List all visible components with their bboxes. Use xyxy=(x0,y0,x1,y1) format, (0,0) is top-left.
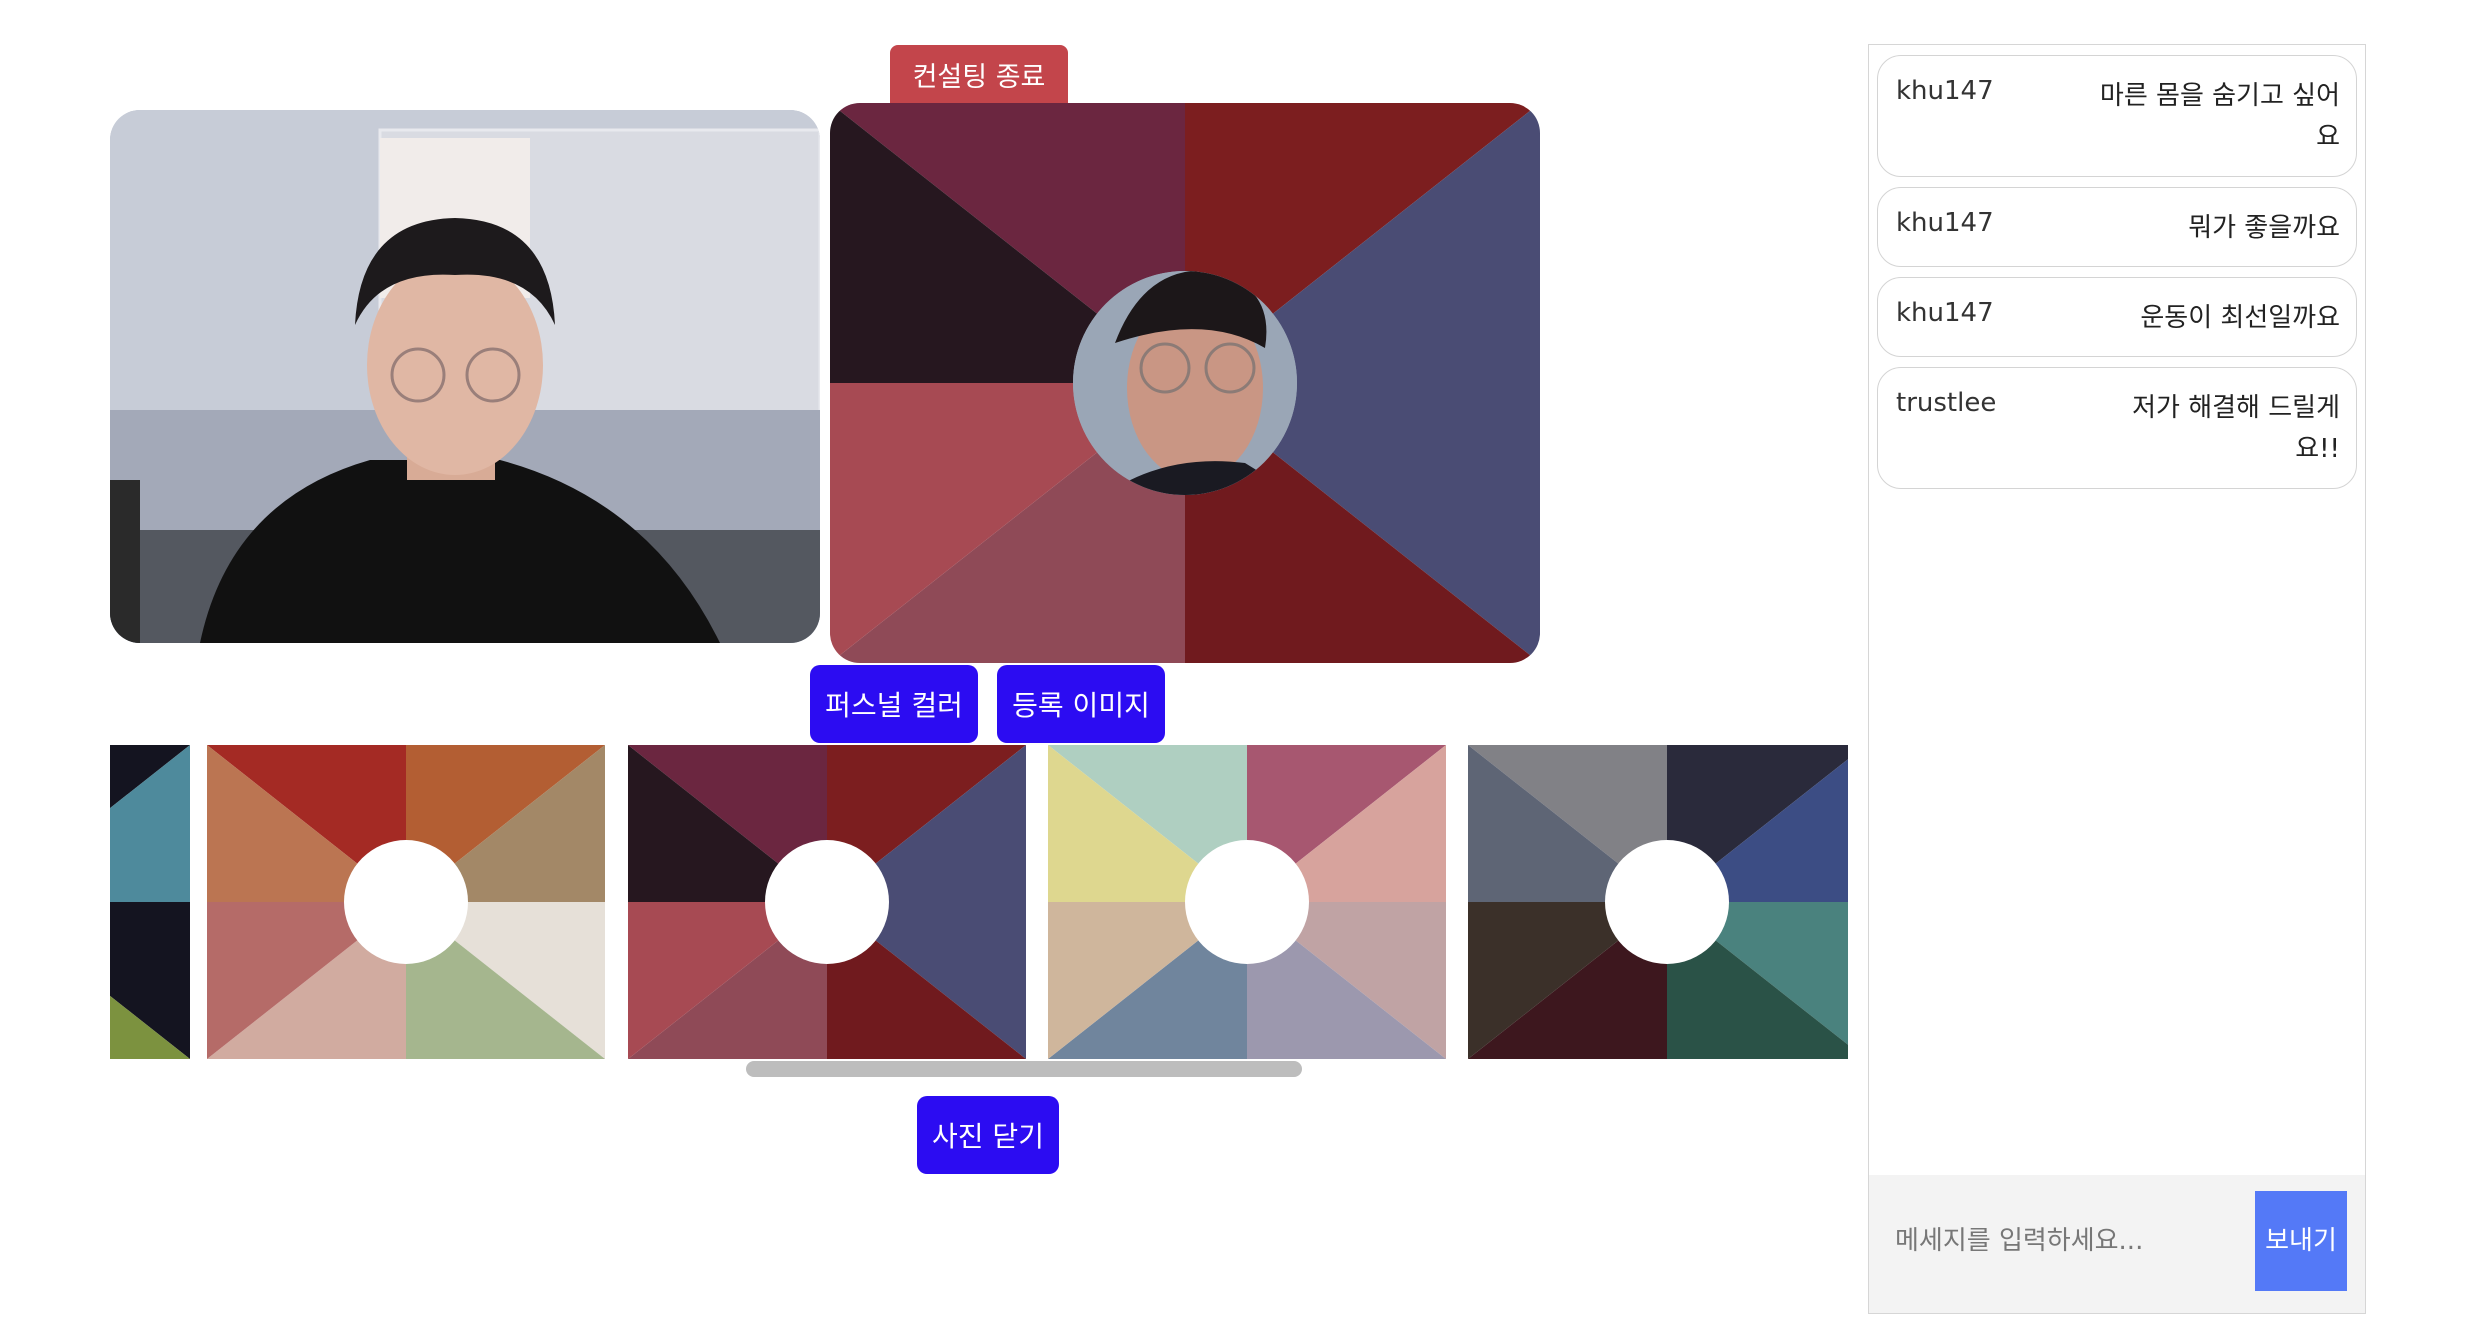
tab-registered-image[interactable]: 등록 이미지 xyxy=(997,665,1165,743)
chat-text: 뭐가 좋을까요 xyxy=(2188,213,2340,243)
palette-gallery[interactable] xyxy=(110,745,1848,1059)
chat-text: 저가 해결해 드릴게요!! xyxy=(2132,393,2340,464)
palette-image xyxy=(1048,745,1446,1059)
palette-center-circle xyxy=(765,840,889,964)
palette-card-cool[interactable] xyxy=(1468,745,1848,1059)
remote-palette-background xyxy=(830,103,1540,663)
palette-card-partial[interactable] xyxy=(110,745,190,1059)
chat-panel: khu147 마른 몸을 숨기고 싶어요 khu147 뭐가 좋을까요 khu1… xyxy=(1868,44,2366,1314)
chat-text: 운동이 최선일까요 xyxy=(2140,303,2340,333)
gallery-scrollbar[interactable] xyxy=(746,1061,1302,1077)
chat-message: trustlee 저가 해결해 드릴게요!! xyxy=(1877,367,2357,489)
local-video xyxy=(110,110,820,643)
palette-image xyxy=(1468,745,1848,1059)
send-button[interactable]: 보내기 xyxy=(2255,1191,2347,1291)
palette-image xyxy=(207,745,605,1059)
chat-username: khu147 xyxy=(1896,76,1994,106)
palette-image xyxy=(110,745,190,1059)
face-silhouette xyxy=(1073,271,1297,495)
chat-username: khu147 xyxy=(1896,298,1994,328)
chat-username: trustlee xyxy=(1896,388,1997,418)
chat-message-input[interactable] xyxy=(1893,1205,2257,1277)
palette-card-deep[interactable] xyxy=(628,745,1026,1059)
end-consulting-button[interactable]: 컨설팅 종료 xyxy=(890,45,1068,103)
palette-card-soft[interactable] xyxy=(1048,745,1446,1059)
close-photos-button[interactable]: 사진 닫기 xyxy=(917,1096,1059,1174)
palette-center-circle xyxy=(344,840,468,964)
palette-center-circle xyxy=(1185,840,1309,964)
remote-video xyxy=(830,103,1540,663)
chat-input-area: 보내기 xyxy=(1869,1175,2365,1313)
chat-message: khu147 운동이 최선일까요 xyxy=(1877,277,2357,357)
tab-personal-color[interactable]: 퍼스널 컬러 xyxy=(810,665,978,743)
chat-username: khu147 xyxy=(1896,208,1994,238)
palette-center-circle xyxy=(1605,840,1729,964)
palette-image xyxy=(628,745,1026,1059)
local-video-frame xyxy=(110,110,820,643)
chat-message: khu147 마른 몸을 숨기고 싶어요 xyxy=(1877,55,2357,177)
chat-message: khu147 뭐가 좋을까요 xyxy=(1877,187,2357,267)
chat-text: 마른 몸을 숨기고 싶어요 xyxy=(2099,81,2340,152)
palette-card-warm[interactable] xyxy=(207,745,605,1059)
